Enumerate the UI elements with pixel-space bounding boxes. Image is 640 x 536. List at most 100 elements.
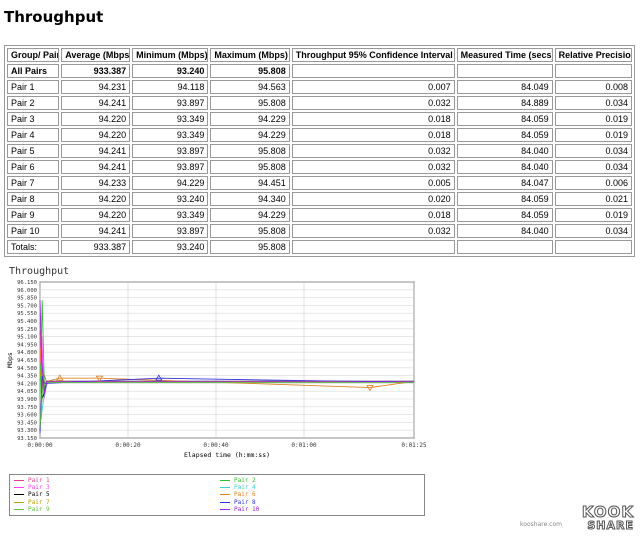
cell-average: 94.241 <box>61 96 131 110</box>
col-header-average[interactable]: Average (Mbps) <box>61 48 131 62</box>
cell-group: Totals: <box>7 240 60 254</box>
y-tick-label: 94.350 <box>17 374 37 380</box>
table-row: Pair 2 94.241 93.897 95.808 0.032 84.889… <box>7 96 632 110</box>
cell-precision <box>554 64 632 78</box>
cell-minimum: 94.229 <box>132 176 209 190</box>
cell-precision: 0.034 <box>554 160 632 174</box>
table-row: Pair 4 94.220 93.349 94.229 0.018 84.059… <box>7 128 632 142</box>
legend-swatch <box>220 501 230 503</box>
legend-swatch <box>14 508 24 510</box>
y-tick-label: 93.900 <box>17 397 37 403</box>
cell-minimum: 93.240 <box>132 64 209 78</box>
table-row: Pair 5 94.241 93.897 95.808 0.032 84.040… <box>7 144 632 158</box>
y-tick-label: 95.250 <box>17 327 37 333</box>
cell-precision: 0.008 <box>554 80 632 94</box>
cell-measured-time <box>456 240 553 254</box>
col-header-measured-time[interactable]: Measured Time (secs) <box>456 48 553 62</box>
cell-maximum: 94.340 <box>210 192 290 206</box>
cell-precision: 0.034 <box>554 144 632 158</box>
cell-minimum: 94.118 <box>132 80 209 94</box>
cell-maximum: 94.451 <box>210 176 290 190</box>
legend-label: Pair 10 <box>234 505 260 513</box>
legend-label: Pair 9 <box>28 505 50 513</box>
cell-group: Pair 6 <box>7 160 60 174</box>
watermark-logo: KOOK SHARE <box>581 504 634 532</box>
y-tick-label: 93.750 <box>17 405 37 411</box>
col-header-confidence[interactable]: Throughput 95% Confidence Interval <box>291 48 455 62</box>
x-tick-label: 0:00:20 <box>115 442 141 449</box>
y-tick-label: 93.600 <box>17 413 37 419</box>
cell-minimum: 93.897 <box>132 96 209 110</box>
legend-swatch <box>14 480 24 481</box>
legend-label: Pair 4 <box>234 484 256 492</box>
legend-item: Pair 8 <box>220 499 256 506</box>
chart-legend: Pair 1 Pair 2 Pair 3 Pair 4 Pair 5 Pair 6 Pair… <box>9 474 425 516</box>
cell-confidence <box>291 64 455 78</box>
col-header-minimum[interactable]: Minimum (Mbps) <box>132 48 209 62</box>
legend-item: Pair 7 <box>14 499 50 506</box>
y-tick-label: 95.550 <box>17 311 37 317</box>
cell-confidence: 0.018 <box>291 208 455 222</box>
cell-confidence: 0.032 <box>291 160 455 174</box>
table-row: Pair 10 94.241 93.897 95.808 0.032 84.04… <box>7 224 632 238</box>
cell-minimum: 93.897 <box>132 160 209 174</box>
y-tick-label: 94.050 <box>17 389 37 395</box>
legend-swatch <box>220 508 230 510</box>
cell-average: 94.241 <box>61 144 131 158</box>
cell-average: 94.220 <box>61 128 131 142</box>
legend-item: Pair 5 <box>14 491 50 498</box>
cell-group: Pair 9 <box>7 208 60 222</box>
legend-item: Pair 9 <box>14 506 50 513</box>
cell-precision: 0.034 <box>554 96 632 110</box>
cell-group: Pair 2 <box>7 96 60 110</box>
results-table: Group/ Pair Average (Mbps) Minimum (Mbps… <box>4 45 635 257</box>
cell-minimum: 93.897 <box>132 224 209 238</box>
legend-swatch <box>220 487 230 489</box>
cell-measured-time: 84.059 <box>456 128 553 142</box>
legend-item: Pair 1 <box>14 477 50 484</box>
y-tick-label: 94.800 <box>17 350 37 356</box>
cell-measured-time: 84.059 <box>456 208 553 222</box>
cell-precision: 0.019 <box>554 128 632 142</box>
col-header-group[interactable]: Group/ Pair <box>7 48 60 62</box>
col-header-precision[interactable]: Relative Precision <box>554 48 632 62</box>
cell-average: 94.233 <box>61 176 131 190</box>
y-tick-label: 95.400 <box>17 319 37 325</box>
legend-swatch <box>14 487 24 489</box>
cell-maximum: 95.808 <box>210 240 290 254</box>
cell-group: Pair 5 <box>7 144 60 158</box>
legend-item: Pair 6 <box>220 491 256 498</box>
cell-average: 933.387 <box>61 64 131 78</box>
x-axis-label: Elapsed time (h:mm:ss) <box>184 451 270 459</box>
legend-swatch <box>14 501 24 503</box>
cell-group: Pair 8 <box>7 192 60 206</box>
cell-maximum: 94.229 <box>210 208 290 222</box>
cell-measured-time: 84.059 <box>456 112 553 126</box>
cell-maximum: 95.808 <box>210 64 290 78</box>
y-tick-label: 94.500 <box>17 366 37 372</box>
legend-swatch <box>14 494 24 496</box>
cell-precision: 0.034 <box>554 224 632 238</box>
cell-measured-time: 84.889 <box>456 96 553 110</box>
cell-confidence: 0.032 <box>291 96 455 110</box>
y-tick-label: 95.850 <box>17 296 37 302</box>
cell-minimum: 93.349 <box>132 128 209 142</box>
x-tick-label: 0:00:40 <box>203 442 229 449</box>
table-row: Pair 6 94.241 93.897 95.808 0.032 84.040… <box>7 160 632 174</box>
cell-measured-time: 84.040 <box>456 160 553 174</box>
legend-label: Pair 2 <box>234 477 256 484</box>
cell-average: 94.241 <box>61 160 131 174</box>
table-header-row: Group/ Pair Average (Mbps) Minimum (Mbps… <box>7 48 632 62</box>
y-tick-label: 94.200 <box>17 381 37 387</box>
legend-item: Pair 4 <box>220 484 256 491</box>
col-header-maximum[interactable]: Maximum (Mbps) <box>210 48 290 62</box>
x-tick-label: 0:01:00 <box>291 442 317 449</box>
cell-precision: 0.019 <box>554 112 632 126</box>
cell-minimum: 93.240 <box>132 240 209 254</box>
legend-label: Pair 1 <box>28 477 50 484</box>
throughput-chart: 93.15093.30093.45093.60093.75093.90094.0… <box>6 280 427 459</box>
cell-maximum: 95.808 <box>210 96 290 110</box>
cell-group: Pair 3 <box>7 112 60 126</box>
legend-item: Pair 2 <box>220 477 256 484</box>
y-tick-label: 94.650 <box>17 358 37 364</box>
